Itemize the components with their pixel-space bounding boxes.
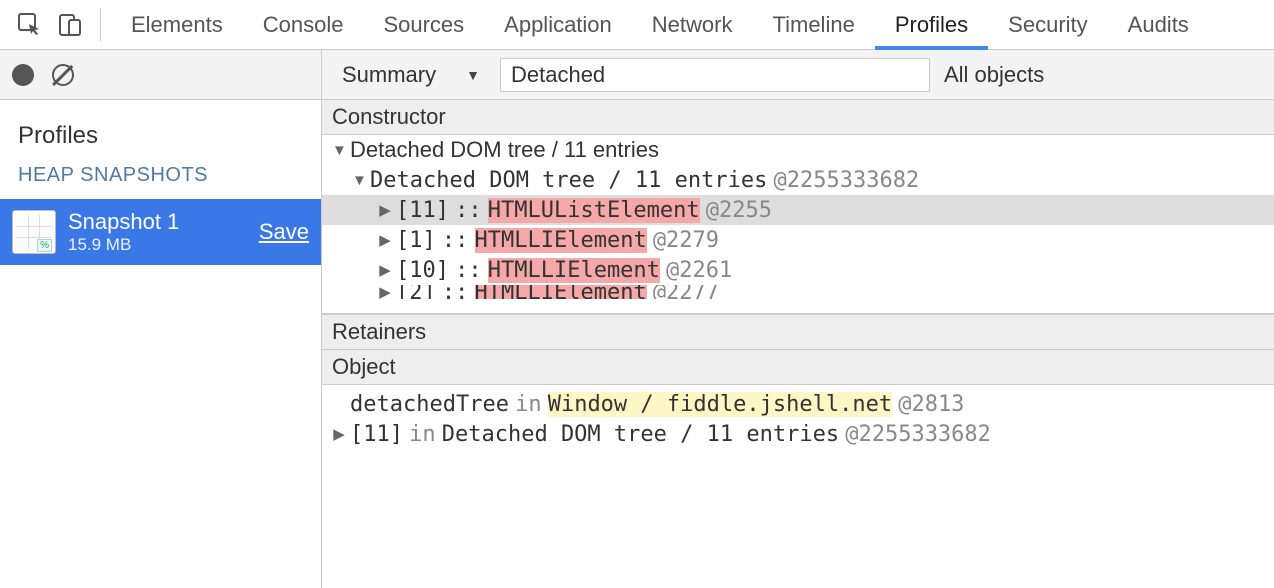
retainers-header: Retainers	[322, 314, 1274, 350]
object-id: @2261	[666, 258, 732, 283]
object-id: @2813	[898, 392, 964, 417]
retainer-count: [11]	[350, 422, 403, 447]
snapshot-save-link[interactable]: Save	[259, 219, 309, 245]
retainer-row[interactable]: detachedTree in Window / fiddle.jshell.n…	[332, 389, 1264, 419]
devtools-tabbar: Elements Console Sources Application Net…	[0, 0, 1274, 50]
retainer-in: in	[409, 422, 436, 447]
row-sep: ::	[442, 228, 469, 253]
retainer-row[interactable]: [11] in Detached DOM tree / 11 entries @…	[332, 419, 1264, 449]
tree-row[interactable]: [2] :: HTMLLIElement @2277	[322, 285, 1274, 299]
tab-security[interactable]: Security	[988, 0, 1107, 49]
retainer-in: in	[515, 392, 542, 417]
snapshot-item[interactable]: Snapshot 1 15.9 MB Save	[0, 199, 321, 265]
sidebar-toolbar	[0, 50, 321, 100]
scope-dropdown[interactable]: All objects	[944, 62, 1044, 88]
clear-icon[interactable]	[52, 64, 74, 86]
class-filter-input[interactable]	[500, 58, 930, 92]
object-id: @2255	[706, 198, 772, 223]
disclosure-triangle-icon[interactable]	[352, 172, 366, 189]
row-sep: ::	[455, 198, 482, 223]
retainer-var: detachedTree	[350, 392, 509, 417]
view-dropdown[interactable]: Summary ▼	[336, 58, 486, 92]
tab-timeline[interactable]: Timeline	[752, 0, 874, 49]
constructor-header: Constructor	[322, 100, 1274, 135]
row-count: [2]	[396, 285, 436, 299]
tab-audits[interactable]: Audits	[1108, 0, 1209, 49]
constructor-tree: Detached DOM tree / 11 entries Detached …	[322, 135, 1274, 313]
disclosure-triangle-icon[interactable]	[378, 261, 392, 279]
object-id: @2255333682	[845, 422, 991, 447]
view-dropdown-label: Summary	[342, 62, 436, 88]
tree-group-label: Detached DOM tree / 11 entries	[370, 168, 767, 193]
tab-profiles[interactable]: Profiles	[875, 0, 988, 49]
row-class: HTMLLIElement	[488, 258, 660, 283]
object-id: @2277	[653, 285, 719, 299]
device-toggle-icon[interactable]	[50, 0, 90, 49]
row-class: HTMLUListElement	[488, 198, 700, 223]
sidebar-title: Profiles	[0, 100, 321, 164]
separator	[100, 8, 101, 41]
snapshot-size: 15.9 MB	[68, 235, 247, 255]
snapshot-icon	[12, 210, 56, 254]
row-count: [10]	[396, 258, 449, 283]
tab-application[interactable]: Application	[484, 0, 632, 49]
retainer-scope: Detached DOM tree / 11 entries	[442, 422, 839, 447]
disclosure-triangle-icon[interactable]	[378, 231, 392, 249]
main-toolbar: Summary ▼ All objects	[322, 50, 1274, 100]
tree-root[interactable]: Detached DOM tree / 11 entries	[322, 135, 1274, 165]
object-id: @2279	[653, 228, 719, 253]
tree-group[interactable]: Detached DOM tree / 11 entries @22553336…	[322, 165, 1274, 195]
row-class: HTMLLIElement	[475, 228, 647, 253]
tree-row[interactable]: [1] :: HTMLLIElement @2279	[322, 225, 1274, 255]
tree-row[interactable]: [11] :: HTMLUListElement @2255	[322, 195, 1274, 225]
tab-network[interactable]: Network	[632, 0, 753, 49]
snapshot-name: Snapshot 1	[68, 209, 247, 235]
row-count: [1]	[396, 228, 436, 253]
disclosure-triangle-icon[interactable]	[378, 285, 392, 299]
disclosure-triangle-icon[interactable]	[378, 201, 392, 219]
object-header: Object	[322, 350, 1274, 385]
row-sep: ::	[455, 258, 482, 283]
tab-elements[interactable]: Elements	[111, 0, 243, 49]
tab-sources[interactable]: Sources	[363, 0, 484, 49]
object-id: @2255333682	[773, 168, 919, 193]
tree-root-label: Detached DOM tree / 11 entries	[350, 137, 659, 163]
row-count: [11]	[396, 198, 449, 223]
main-panel: Summary ▼ All objects Constructor Detach…	[322, 50, 1274, 588]
sidebar-category: HEAP SNAPSHOTS	[0, 164, 321, 199]
tree-row[interactable]: [10] :: HTMLLIElement @2261	[322, 255, 1274, 285]
retainer-scope: Window / fiddle.jshell.net	[548, 392, 892, 417]
inspect-element-icon[interactable]	[10, 0, 50, 49]
row-sep: ::	[442, 285, 469, 299]
row-class: HTMLLIElement	[475, 285, 647, 299]
chevron-down-icon: ▼	[466, 67, 480, 83]
disclosure-triangle-icon[interactable]	[332, 142, 346, 159]
disclosure-triangle-icon[interactable]	[332, 425, 346, 443]
profiles-sidebar: Profiles HEAP SNAPSHOTS Snapshot 1 15.9 …	[0, 50, 322, 588]
tab-console[interactable]: Console	[243, 0, 364, 49]
retainers-body: detachedTree in Window / fiddle.jshell.n…	[322, 385, 1274, 453]
record-icon[interactable]	[12, 64, 34, 86]
